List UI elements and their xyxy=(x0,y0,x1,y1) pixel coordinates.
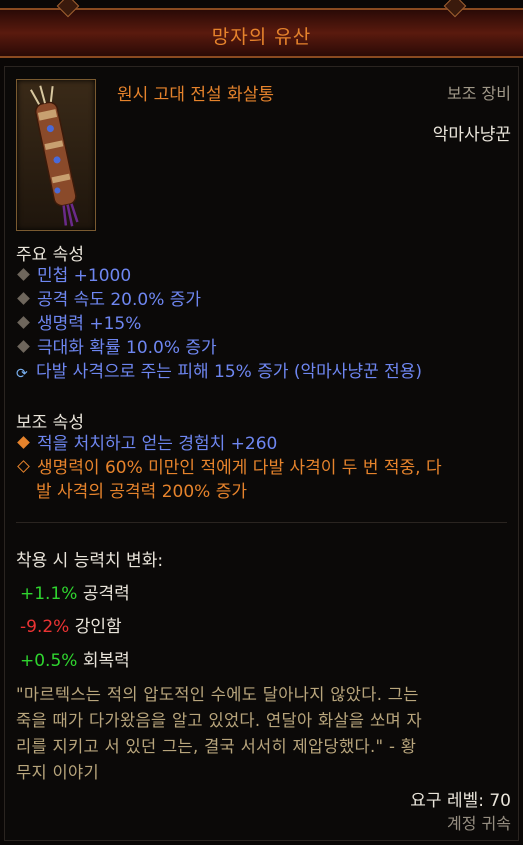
secondary-prop-legendary-cont: 발 사격의 공격력 200% 증가 xyxy=(36,482,247,502)
skill-bonus-icon: ⟳ xyxy=(16,366,28,382)
primary-prop: 민첩 +1000 xyxy=(16,265,131,287)
primary-attributes-title: 주요 속성 xyxy=(16,245,84,265)
item-tooltip: 망자의 유산 원시 고대 전설 화살통 보조 장비 악마사냥꾼 주요 속성 민첩… xyxy=(0,0,523,845)
quiver-item-icon xyxy=(16,79,96,231)
flavor-text: "마르텍스는 적의 압도적인 수에도 달아나지 않았다. 그는 죽을 때가 다가… xyxy=(16,685,422,782)
stat-changes-title: 착용 시 능력치 변화: xyxy=(16,551,164,571)
stat-change-row: +1.1% 공격력 xyxy=(20,584,130,604)
primary-prop: 극대화 확률 10.0% 증가 xyxy=(16,337,217,359)
legendary-diamond-icon xyxy=(17,460,30,473)
item-name: 망자의 유산 xyxy=(211,26,312,48)
divider xyxy=(16,522,507,523)
stat-change-row: -9.2% 강인함 xyxy=(20,617,122,637)
item-class: 악마사냥꾼 xyxy=(432,125,511,145)
secondary-prop-legendary: 생명력이 60% 미만인 적에게 다발 사격이 두 번 적중, 다 xyxy=(16,457,442,479)
item-slot: 보조 장비 xyxy=(447,84,511,103)
diamond-bullet-icon xyxy=(17,436,30,449)
diamond-bullet-icon xyxy=(17,340,30,353)
diamond-bullet-icon xyxy=(17,316,30,329)
diamond-bullet-icon xyxy=(17,268,30,281)
required-level: 요구 레벨: 70 xyxy=(410,791,511,811)
tooltip-header: 망자의 유산 xyxy=(0,8,523,58)
item-type: 원시 고대 전설 화살통 xyxy=(117,85,274,105)
secondary-attributes-title: 보조 속성 xyxy=(16,413,84,433)
primary-prop: 공격 속도 20.0% 증가 xyxy=(16,289,201,311)
primary-prop: 생명력 +15% xyxy=(16,313,141,335)
primary-prop-skill: ⟳ 다발 사격으로 주는 피해 15% 증가 (악마사냥꾼 전용) xyxy=(16,362,423,382)
diamond-bullet-icon xyxy=(17,292,30,305)
secondary-prop: 적을 처치하고 얻는 경험치 +260 xyxy=(16,433,277,455)
stat-change-row: +0.5% 회복력 xyxy=(20,651,130,671)
account-bound: 계정 귀속 xyxy=(447,814,511,833)
